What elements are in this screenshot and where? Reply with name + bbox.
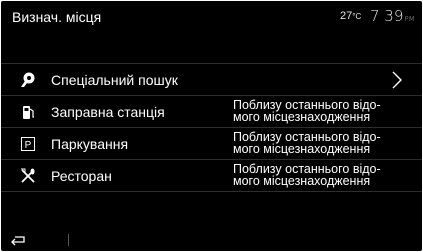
menu-item-parking[interactable]: P Паркування Поблизу останнього відо- мо… (1, 128, 422, 160)
temperature-readout: 27°C (340, 10, 361, 22)
footer-bar (1, 227, 422, 251)
page-title: Визнач. місця (12, 9, 102, 25)
menu-item-restaurant[interactable]: Ресторан Поблизу останнього відо- мого м… (1, 160, 422, 192)
temperature-unit: °C (352, 12, 362, 21)
nav-screen: Визнач. місця 27°C 7 39PM Спеціальний по… (1, 1, 422, 251)
menu-item-special-search[interactable]: Спеціальний пошук (1, 63, 422, 96)
svg-text:P: P (25, 140, 32, 151)
menu-item-description: Поблизу останнього відо- мого місцезнахо… (233, 130, 381, 156)
clock-time: 7 39 (370, 7, 404, 25)
footer-divider (68, 234, 69, 246)
parking-icon: P (21, 137, 35, 151)
clock: 7 39PM (370, 7, 415, 25)
clock-suffix: PM (404, 15, 415, 23)
menu-item-label: Заправна станція (51, 104, 165, 120)
menu-item-label: Ресторан (51, 168, 112, 184)
temperature-value: 27 (340, 10, 353, 22)
menu-item-description: Поблизу останнього відо- мого місцезнахо… (233, 162, 381, 188)
back-arrow-icon[interactable] (9, 233, 27, 247)
poi-menu: Спеціальний пошук Заправна станція Побли… (1, 63, 422, 192)
menu-item-description: Поблизу останнього відо- мого місцезнахо… (233, 98, 381, 124)
poi-search-icon (21, 72, 35, 87)
header-bar: Визнач. місця 27°C 7 39PM (1, 1, 422, 31)
chevron-right-icon (392, 71, 402, 89)
fuel-station-icon (23, 106, 34, 119)
menu-item-fuel-station[interactable]: Заправна станція Поблизу останнього відо… (1, 96, 422, 128)
menu-item-label: Паркування (51, 136, 129, 152)
menu-item-label: Спеціальний пошук (51, 72, 178, 88)
restaurant-icon (21, 168, 35, 183)
